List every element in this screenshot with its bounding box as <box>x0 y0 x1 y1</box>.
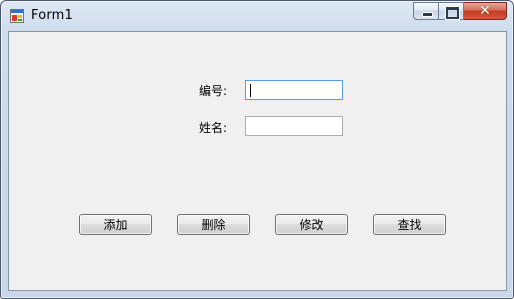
caption-buttons: ✕ <box>413 2 507 21</box>
id-input[interactable] <box>245 80 343 100</box>
app-window: Form1 ✕ 编号: 姓名: 添加 删除 修改 查找 <box>0 0 514 299</box>
id-label: 编号: <box>199 84 228 98</box>
window-title: Form1 <box>31 8 74 23</box>
name-input[interactable] <box>245 116 343 136</box>
delete-button[interactable]: 删除 <box>177 214 250 235</box>
app-form-icon <box>10 9 24 23</box>
close-button[interactable]: ✕ <box>464 2 507 20</box>
form-client-area: 编号: 姓名: 添加 删除 修改 查找 <box>8 31 507 291</box>
title-bar[interactable]: Form1 ✕ <box>1 1 513 31</box>
maximize-icon <box>445 6 460 20</box>
minimize-button[interactable] <box>413 2 439 20</box>
close-icon: ✕ <box>479 3 491 19</box>
add-button[interactable]: 添加 <box>79 214 152 235</box>
modify-button[interactable]: 修改 <box>275 214 348 235</box>
maximize-button[interactable] <box>439 2 464 20</box>
minimize-icon <box>422 12 433 17</box>
text-caret <box>250 84 251 97</box>
search-button[interactable]: 查找 <box>373 214 446 235</box>
name-label: 姓名: <box>199 121 228 135</box>
